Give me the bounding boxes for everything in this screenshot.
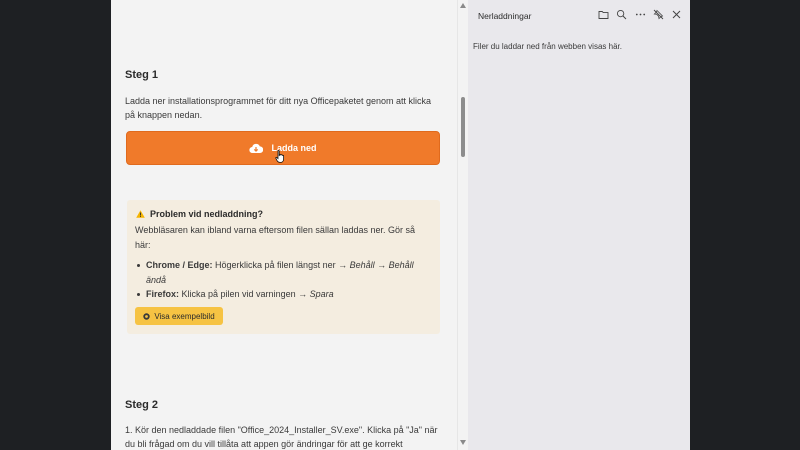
warning-heading: Problem vid nedladdning? [136, 209, 263, 219]
scroll-down-icon[interactable] [460, 440, 466, 445]
cloud-download-icon [249, 143, 264, 153]
instruction-action: Spara [309, 289, 334, 299]
show-example-label: Visa exempelbild [154, 311, 215, 321]
downloads-panel: Nerladdningar Filer du laddar ned från w… [468, 0, 690, 450]
folder-icon[interactable] [598, 9, 609, 20]
show-example-button[interactable]: Visa exempelbild [135, 307, 223, 325]
scroll-thumb[interactable] [461, 97, 465, 157]
download-problem-box: Problem vid nedladdning? Webbläsaren kan… [127, 200, 440, 334]
warning-title: Problem vid nedladdning? [150, 209, 264, 219]
pin-off-icon[interactable] [653, 9, 664, 20]
step1-body: Ladda ner installationsprogrammet för di… [125, 96, 431, 120]
step2-title: Steg 2 [125, 399, 159, 411]
close-icon[interactable] [671, 9, 682, 20]
browser-label: Firefox: [146, 289, 180, 299]
scroll-up-icon[interactable] [460, 3, 466, 8]
downloads-empty-message: Filer du laddar ned från webben visas hä… [473, 42, 622, 51]
more-icon[interactable] [635, 9, 646, 20]
search-icon[interactable] [616, 9, 627, 20]
web-page-content: Steg 1 Ladda ner installationsprogrammet… [111, 0, 457, 450]
left-window-background [0, 0, 111, 450]
downloads-title: Nerladdningar [478, 11, 532, 21]
hand-cursor-icon [275, 150, 284, 163]
list-item: Chrome / Edge: Högerklicka på filen läng… [135, 258, 431, 287]
page-scrollbar[interactable] [457, 0, 468, 450]
instruction-text: Högerklicka på filen längst ner → [212, 260, 350, 270]
warning-icon [136, 210, 145, 218]
instruction-text: Klicka på pilen vid varningen → [179, 289, 310, 299]
step1-title: Steg 1 [125, 69, 159, 81]
list-item: Firefox: Klicka på pilen vid varningen →… [135, 287, 431, 302]
warning-list: Chrome / Edge: Högerklicka på filen läng… [135, 258, 431, 302]
step2-body: 1. Kör den nedladdade filen "Office_2024… [125, 425, 438, 449]
browser-label: Chrome / Edge: [146, 260, 213, 270]
right-window-background [690, 0, 800, 450]
image-icon [143, 312, 151, 320]
warning-text: Webbläsaren kan ibland varna eftersom fi… [135, 225, 415, 250]
